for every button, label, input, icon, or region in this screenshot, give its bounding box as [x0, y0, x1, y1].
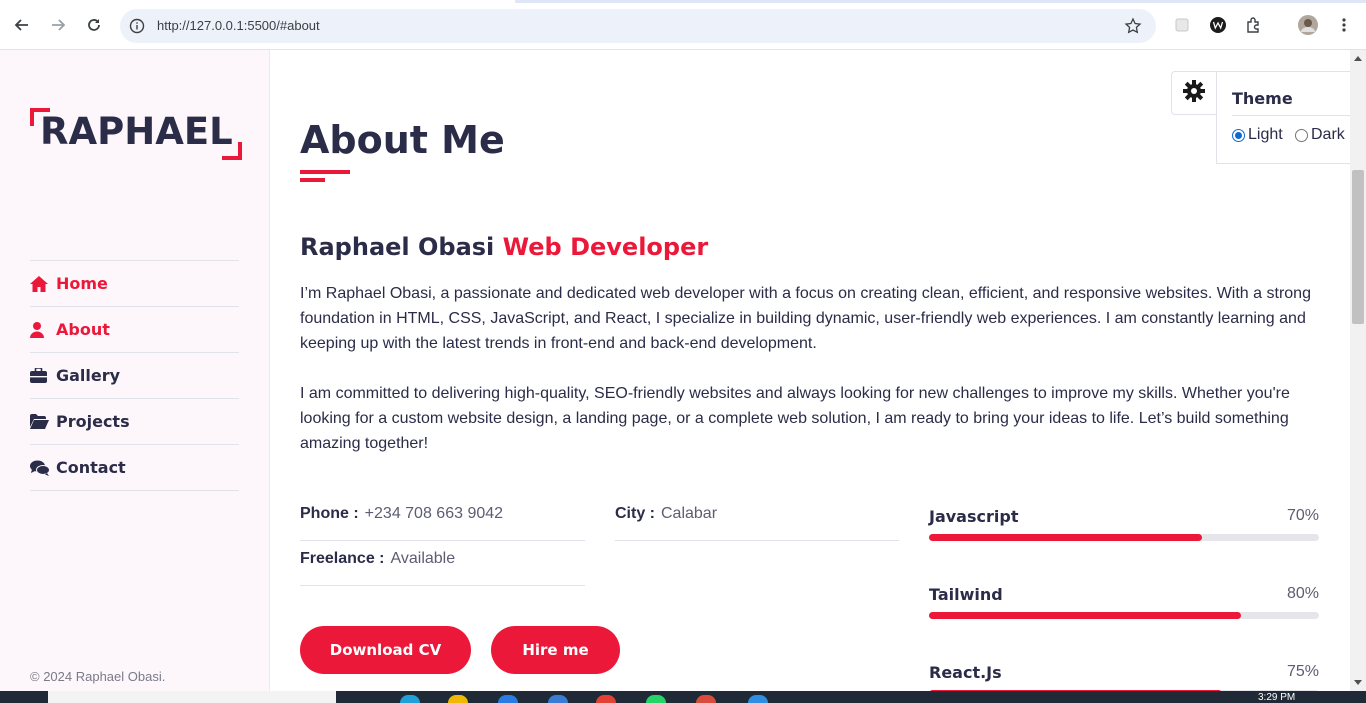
info-freelance-value: Available	[390, 550, 456, 567]
radio-dark[interactable]	[1295, 128, 1308, 142]
nav-label-gallery: Gallery	[56, 366, 121, 385]
nav-item-contact[interactable]: Contact	[30, 445, 239, 491]
browser-toolbar: http://127.0.0.1:5500/#about	[0, 0, 1366, 50]
radio-light[interactable]	[1232, 128, 1245, 142]
tab-strip	[0, 0, 1366, 3]
page-scrollbar[interactable]	[1350, 50, 1366, 691]
theme-panel: Theme Light Dark	[1216, 71, 1366, 164]
nav-item-projects[interactable]: Projects	[30, 399, 239, 445]
nav-label-home: Home	[56, 274, 108, 293]
taskbar-search[interactable]	[48, 691, 336, 703]
about-section: About Me Raphael Obasi Web Developer I’m…	[270, 50, 1350, 691]
download-cv-button[interactable]: Download CV	[300, 626, 471, 674]
os-taskbar: 3:29 PM	[0, 691, 1366, 703]
sidebar: RAPHAEL Home About Gallery Projects Cont…	[0, 50, 270, 691]
page-title: About Me	[300, 118, 505, 162]
taskbar-app-icon[interactable]	[400, 695, 420, 703]
info-city-label: City :	[615, 505, 655, 522]
forward-arrow-icon[interactable]	[46, 13, 70, 37]
skill-progress-fill	[929, 612, 1241, 619]
extension-icon[interactable]	[1244, 15, 1264, 35]
nav-label-contact: Contact	[56, 458, 126, 477]
profile-avatar-icon[interactable]	[1298, 15, 1318, 35]
taskbar-vscode-icon[interactable]	[748, 695, 768, 703]
folder-open-icon	[30, 413, 52, 431]
nav-item-about[interactable]: About	[30, 307, 239, 353]
taskbar-app-icon[interactable]	[498, 695, 518, 703]
about-role: Web Developer	[502, 233, 709, 261]
nav-item-gallery[interactable]: Gallery	[30, 353, 239, 399]
title-underline	[300, 170, 350, 174]
skill-name: Javascript	[929, 507, 1019, 526]
title-underline-short	[300, 178, 325, 182]
extension-w-icon[interactable]	[1208, 15, 1228, 35]
theme-option-light[interactable]: Light	[1232, 126, 1283, 144]
info-city: City : Calabar	[615, 495, 899, 541]
taskbar-app-icon[interactable]	[548, 695, 568, 703]
skill-progress-track	[929, 534, 1319, 541]
extension-grid-icon[interactable]	[1172, 15, 1192, 35]
info-freelance-label: Freelance :	[300, 550, 385, 567]
skill-percent: 70%	[1286, 507, 1319, 524]
theme-option-label: Light	[1248, 126, 1283, 143]
taskbar-chrome-icon[interactable]	[596, 695, 616, 703]
back-arrow-icon[interactable]	[10, 13, 34, 37]
home-icon	[30, 275, 52, 293]
nav-item-home[interactable]: Home	[30, 261, 239, 307]
url-text[interactable]: http://127.0.0.1:5500/#about	[157, 18, 320, 33]
logo-text: RAPHAEL	[40, 110, 233, 153]
copyright: © 2024 Raphael Obasi.	[30, 669, 166, 684]
scrollbar-thumb[interactable]	[1352, 170, 1364, 324]
comments-icon	[30, 459, 52, 477]
nav-label-about: About	[56, 320, 110, 339]
skill-progress-fill	[929, 534, 1202, 541]
taskbar-app-icon[interactable]	[646, 695, 666, 703]
info-phone: Phone : +234 708 663 9042	[300, 495, 585, 541]
skill-name: Tailwind	[929, 585, 1003, 604]
skill-percent: 80%	[1286, 585, 1319, 602]
reload-icon[interactable]	[82, 13, 106, 37]
about-paragraph-2: I am committed to delivering high-qualit…	[300, 385, 1290, 452]
skill-name: React.Js	[929, 663, 1002, 682]
menu-kebab-icon[interactable]	[1334, 15, 1354, 35]
info-city-value: Calabar	[661, 505, 718, 522]
theme-toggle-button[interactable]	[1171, 71, 1217, 115]
skill-progress-track	[929, 612, 1319, 619]
taskbar-app-icon[interactable]	[696, 695, 716, 703]
taskbar-app-icon[interactable]	[448, 695, 468, 703]
about-subheading: Raphael Obasi Web Developer	[300, 233, 708, 261]
bookmark-star-icon[interactable]	[1124, 17, 1142, 35]
address-bar[interactable]: http://127.0.0.1:5500/#about	[120, 9, 1156, 43]
theme-option-dark[interactable]: Dark	[1295, 126, 1345, 144]
theme-option-label: Dark	[1311, 126, 1345, 143]
site-info-icon[interactable]	[128, 17, 146, 35]
divider	[1232, 115, 1352, 116]
skill-percent: 75%	[1286, 663, 1319, 680]
scroll-down-arrow-icon[interactable]	[1354, 680, 1362, 685]
page: RAPHAEL Home About Gallery Projects Cont…	[0, 50, 1366, 691]
gear-icon	[1183, 80, 1205, 106]
about-paragraph-1: I’m Raphael Obasi, a passionate and dedi…	[300, 285, 1311, 352]
theme-panel-title: Theme	[1232, 89, 1293, 108]
about-name: Raphael Obasi	[300, 233, 495, 261]
logo[interactable]: RAPHAEL	[30, 108, 242, 160]
scroll-up-arrow-icon[interactable]	[1354, 56, 1362, 61]
taskbar-clock: 3:29 PM	[1258, 692, 1296, 703]
info-phone-label: Phone :	[300, 505, 359, 522]
nav-label-projects: Projects	[56, 412, 130, 431]
sidebar-nav: Home About Gallery Projects Contact	[30, 260, 239, 491]
info-phone-value: +234 708 663 9042	[364, 505, 504, 522]
info-freelance: Freelance : Available	[300, 540, 585, 586]
user-icon	[30, 321, 52, 339]
hire-me-button[interactable]: Hire me	[491, 626, 620, 674]
briefcase-icon	[30, 367, 52, 385]
active-tab[interactable]	[0, 0, 515, 3]
